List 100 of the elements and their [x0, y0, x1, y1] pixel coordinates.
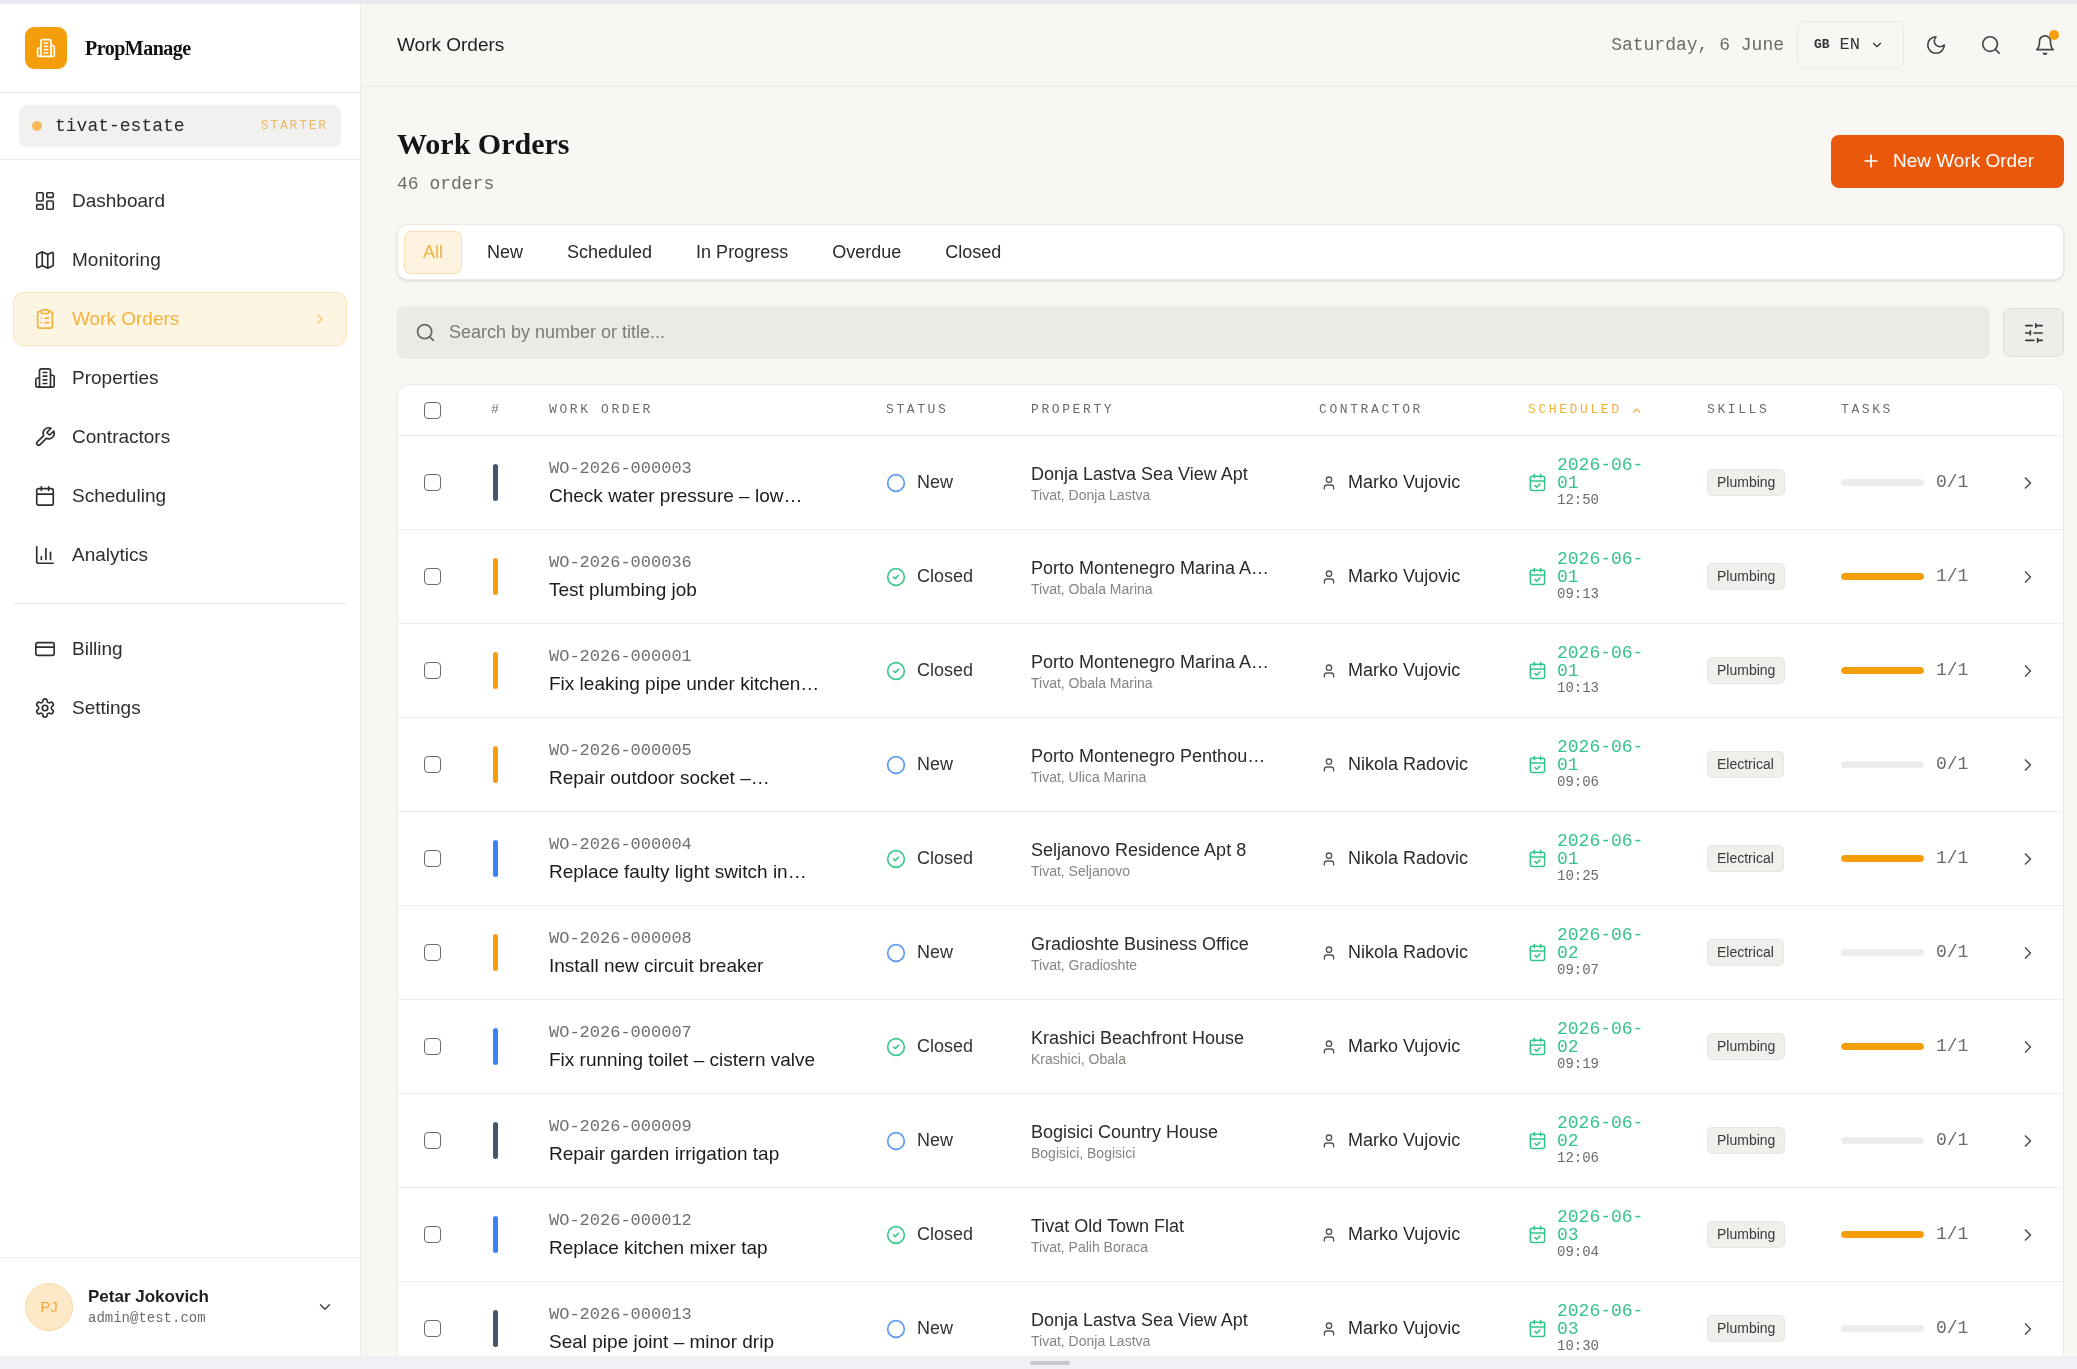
scheduled-date: 2026-06-01	[1557, 550, 1645, 586]
contractor-name: Marko Vujovic	[1348, 1035, 1461, 1058]
nav-item[interactable]: Properties	[13, 351, 347, 405]
search-icon	[415, 322, 436, 343]
user-avatar: PJ	[25, 1283, 73, 1331]
user-icon	[1321, 1038, 1337, 1055]
contractor-name: Marko Vujovic	[1348, 1223, 1461, 1246]
calendar-check-icon	[1528, 473, 1547, 492]
task-count: 1/1	[1936, 1035, 1969, 1058]
property-location: Tivat, Gradioshte	[1031, 955, 1139, 974]
scrollbar-thumb[interactable]	[1030, 1360, 1070, 1365]
scheduled-time: 09:04	[1557, 1244, 1600, 1261]
workspace-selector[interactable]: tivat-estate STARTER	[19, 105, 341, 147]
contractor-name: Marko Vujovic	[1348, 565, 1461, 588]
check-circle-icon	[886, 566, 906, 587]
property-name: Krashici Beachfront House	[1031, 1026, 1246, 1050]
filter-tab[interactable]: Overdue	[813, 230, 921, 274]
task-count: 1/1	[1936, 659, 1969, 682]
task-count: 0/1	[1936, 753, 1969, 776]
column-header[interactable]: STATUS	[886, 400, 949, 420]
column-header[interactable]: #	[491, 400, 502, 420]
ring-icon	[886, 942, 906, 963]
filter-tab[interactable]: New	[468, 230, 543, 274]
row-checkbox[interactable]	[424, 1132, 441, 1149]
property-location: Tivat, Obala Marina	[1031, 579, 1154, 598]
language-selector[interactable]: GB EN	[1797, 21, 1904, 69]
status-label: Closed	[917, 1035, 974, 1058]
header-title: Work Orders	[397, 32, 505, 57]
work-order-number: WO-2026-000004	[549, 833, 693, 856]
work-order-title: Replace kitchen mixer tap	[549, 1235, 769, 1260]
work-order-number: WO-2026-000005	[549, 739, 693, 762]
property-location: Bogisici, Bogisici	[1031, 1143, 1137, 1162]
brand-name: PropManage	[85, 36, 191, 62]
row-checkbox[interactable]	[424, 944, 441, 961]
row-checkbox[interactable]	[424, 1226, 441, 1243]
scheduled-time: 10:25	[1557, 868, 1600, 885]
bell-icon[interactable]	[2034, 34, 2056, 56]
nav-item[interactable]: Settings	[13, 681, 347, 735]
clipboard-icon	[34, 308, 56, 330]
header-date: Saturday, 6 June	[1611, 33, 1784, 57]
row-checkbox[interactable]	[424, 662, 441, 679]
column-header[interactable]: WORK ORDER	[549, 400, 653, 420]
nav-item[interactable]: Billing	[13, 622, 347, 676]
filter-tab[interactable]: Closed	[926, 230, 1021, 274]
contractor-name: Marko Vujovic	[1348, 1317, 1461, 1340]
bar-chart-icon	[34, 544, 56, 566]
nav-item[interactable]: Dashboard	[13, 174, 347, 228]
user-name: Petar Jokovich	[88, 1286, 209, 1308]
skill-tag: Electrical	[1707, 939, 1784, 966]
property-location: Tivat, Ulica Marina	[1031, 767, 1148, 786]
property-name: Porto Montenegro Marina A…	[1031, 650, 1271, 674]
property-name: Porto Montenegro Marina A…	[1031, 556, 1271, 580]
scheduled-date: 2026-06-01	[1557, 644, 1645, 680]
user-icon	[1321, 662, 1337, 679]
user-icon	[1321, 756, 1337, 773]
contractor-name: Marko Vujovic	[1348, 659, 1461, 682]
column-header[interactable]: CONTRACTOR	[1319, 400, 1423, 420]
calendar-check-icon	[1528, 1225, 1547, 1244]
work-order-number: WO-2026-000009	[549, 1115, 693, 1138]
filter-button[interactable]	[2003, 308, 2064, 357]
property-name: Gradioshte Business Office	[1031, 932, 1250, 956]
property-name: Donja Lastva Sea View Apt	[1031, 1308, 1249, 1332]
status-label: Closed	[917, 565, 974, 588]
search-field[interactable]: Search by number or title...	[397, 306, 1990, 359]
new-work-order-button[interactable]: New Work Order	[1831, 134, 2064, 188]
skill-tag: Plumbing	[1707, 1033, 1786, 1060]
row-checkbox[interactable]	[424, 1320, 441, 1337]
scheduled-time: 12:06	[1557, 1150, 1600, 1167]
filter-tab[interactable]: Scheduled	[548, 230, 672, 274]
order-count: 46 orders	[397, 173, 496, 196]
ring-icon	[886, 472, 906, 493]
column-header[interactable]: SKILLS	[1707, 400, 1770, 420]
nav-item[interactable]: Contractors	[13, 410, 347, 464]
row-checkbox[interactable]	[424, 474, 441, 491]
user-icon	[1321, 568, 1337, 585]
nav-item[interactable]: Scheduling	[13, 469, 347, 523]
row-checkbox[interactable]	[424, 1038, 441, 1055]
select-all-checkbox[interactable]	[424, 401, 441, 419]
search-icon[interactable]	[1980, 34, 2002, 56]
column-header[interactable]: TASKS	[1841, 400, 1893, 420]
work-order-title: Check water pressure – low…	[549, 483, 804, 508]
workspace-name: tivat-estate	[55, 114, 185, 138]
property-name: Donja Lastva Sea View Apt	[1031, 462, 1249, 486]
scheduled-time: 10:13	[1557, 680, 1600, 697]
nav-item[interactable]: Monitoring	[13, 233, 347, 287]
column-header[interactable]: PROPERTY	[1031, 400, 1115, 420]
property-location: Tivat, Palih Boraca	[1031, 1237, 1149, 1256]
work-order-number: WO-2026-000001	[549, 645, 693, 668]
nav-item[interactable]: Analytics	[13, 528, 347, 582]
scheduled-date: 2026-06-03	[1557, 1208, 1645, 1244]
filter-tab[interactable]: In Progress	[677, 230, 808, 274]
moon-icon[interactable]	[1925, 34, 1947, 56]
row-checkbox[interactable]	[424, 850, 441, 867]
skill-tag: Plumbing	[1707, 1315, 1786, 1342]
row-checkbox[interactable]	[424, 756, 441, 773]
skill-tag: Plumbing	[1707, 563, 1786, 590]
row-checkbox[interactable]	[424, 568, 441, 585]
skill-tag: Plumbing	[1707, 657, 1786, 684]
property-location: Tivat, Seljanovo	[1031, 861, 1132, 880]
scheduled-time: 10:30	[1557, 1338, 1600, 1355]
